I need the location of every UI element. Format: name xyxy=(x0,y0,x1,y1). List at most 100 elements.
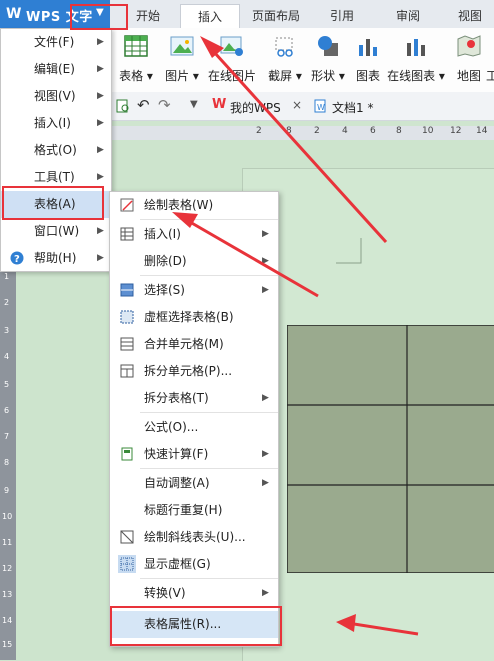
menu-item-label: 编辑(E) xyxy=(34,62,75,76)
ruler-tick: 4 xyxy=(4,352,10,361)
table-submenu: 绘制表格(W) 插入(I) ▶ 删除(D) ▶ 选择(S) ▶ 虚框选择表格(B) 合… xyxy=(109,191,279,647)
gridlines-icon xyxy=(118,555,136,573)
submenu-label: 显示虚框(G) xyxy=(144,557,211,571)
submenu-diagonal-header[interactable]: 绘制斜线表头(U)... xyxy=(110,524,278,551)
scissors-icon xyxy=(275,37,293,57)
undo-icon[interactable]: ↶ xyxy=(137,96,150,114)
picture-icon xyxy=(170,36,194,56)
select-table-icon xyxy=(120,283,134,297)
tab-view[interactable]: 视图 xyxy=(450,4,490,28)
chevron-right-icon: ▶ xyxy=(97,64,104,74)
submenu-label: 选择(S) xyxy=(144,283,185,297)
chevron-right-icon: ▶ xyxy=(97,226,104,236)
redo-icon[interactable]: ↷ xyxy=(158,96,171,114)
tab-home[interactable]: 开始 xyxy=(130,4,166,28)
merge-cells-icon xyxy=(120,337,134,351)
submenu-label: 拆分单元格(P)... xyxy=(144,364,233,378)
tab-references[interactable]: 引用 xyxy=(322,4,362,28)
submenu-label: 绘制斜线表头(U)... xyxy=(144,530,246,544)
chevron-right-icon: ▶ xyxy=(262,285,269,295)
chevron-right-icon: ▶ xyxy=(97,145,104,155)
submenu-select[interactable]: 选择(S) ▶ xyxy=(110,277,278,304)
menu-item-view[interactable]: 视图(V) ▶ xyxy=(1,83,111,110)
table-button[interactable]: 表格 ▾ xyxy=(116,33,156,87)
menu-item-help[interactable]: ? 帮助(H) ▶ xyxy=(1,245,111,272)
online-picture-button-label: 在线图片 xyxy=(207,69,256,83)
ruler-tick: 10 xyxy=(422,126,434,136)
submenu-show-gridlines[interactable]: 显示虚框(G) xyxy=(110,551,278,578)
ruler-tick: 12 xyxy=(450,126,462,136)
online-chart-button[interactable]: 在线图表 ▾ xyxy=(387,33,445,87)
highlight-box-table-menu xyxy=(2,186,104,220)
highlight-box-table-properties xyxy=(110,606,282,646)
tab-insert[interactable]: 插入 xyxy=(180,4,240,29)
ruler-tick: 11 xyxy=(2,538,13,547)
submenu-quick-calc[interactable]: 快速计算(F) ▶ xyxy=(110,441,278,468)
chevron-right-icon: ▶ xyxy=(262,449,269,459)
menu-item-label: 格式(O) xyxy=(34,143,77,157)
submenu-repeat-header[interactable]: 标题行重复(H) xyxy=(110,497,278,524)
separator xyxy=(140,578,278,579)
menu-item-window[interactable]: 窗口(W) ▶ xyxy=(1,218,111,245)
online-picture-button[interactable]: 在线图片 xyxy=(208,33,256,87)
chevron-right-icon: ▶ xyxy=(262,478,269,488)
separator xyxy=(140,219,278,220)
submenu-label: 转换(V) xyxy=(144,586,186,600)
close-icon[interactable]: × xyxy=(292,98,302,112)
map-button[interactable]: 地图 xyxy=(449,33,489,87)
tab-page-layout[interactable]: 页面布局 xyxy=(250,4,302,28)
submenu-insert[interactable]: 插入(I) ▶ xyxy=(110,221,278,248)
dashed-table-icon xyxy=(120,310,134,324)
submenu-dashed-select[interactable]: 虚框选择表格(B) xyxy=(110,304,278,331)
document-table[interactable] xyxy=(287,325,494,573)
submenu-formula[interactable]: 公式(O)... xyxy=(110,414,278,441)
submenu-draw-table[interactable]: 绘制表格(W) xyxy=(110,192,278,219)
online-chart-icon xyxy=(407,39,425,56)
submenu-auto-fit[interactable]: 自动调整(A) ▶ xyxy=(110,470,278,497)
ruler-tick: 2 xyxy=(256,126,262,136)
more-ribbon-label: 工 xyxy=(486,69,494,83)
submenu-label: 删除(D) xyxy=(144,254,187,268)
menu-item-format[interactable]: 格式(O) ▶ xyxy=(1,137,111,164)
submenu-convert[interactable]: 转换(V) ▶ xyxy=(110,580,278,607)
submenu-label: 自动调整(A) xyxy=(144,476,210,490)
menu-item-label: 视图(V) xyxy=(34,89,76,103)
submenu-label: 插入(I) xyxy=(144,227,181,241)
online-picture-icon xyxy=(220,36,243,56)
ruler-tick: 5 xyxy=(4,380,10,389)
submenu-delete[interactable]: 删除(D) ▶ xyxy=(110,248,278,275)
draw-table-icon xyxy=(120,198,134,212)
menu-item-file[interactable]: 文件(F) ▶ xyxy=(1,29,111,56)
ruler-tick: 8 xyxy=(286,126,292,136)
svg-text:?: ? xyxy=(14,254,20,265)
submenu-split-table[interactable]: 拆分表格(T) ▶ xyxy=(110,385,278,412)
ruler-tick: 9 xyxy=(4,486,10,495)
quick-access-dropdown-icon[interactable]: ▼ xyxy=(190,99,198,110)
submenu-split-cells[interactable]: 拆分单元格(P)... xyxy=(110,358,278,385)
submenu-label: 虚框选择表格(B) xyxy=(144,310,234,324)
print-preview-icon[interactable] xyxy=(116,99,130,113)
menu-item-insert[interactable]: 插入(I) ▶ xyxy=(1,110,111,137)
document-tab[interactable]: 文档1 * xyxy=(332,99,373,116)
submenu-merge-cells[interactable]: 合并单元格(M) xyxy=(110,331,278,358)
separator xyxy=(140,412,278,413)
insert-table-icon xyxy=(120,227,134,241)
ruler-tick: 12 xyxy=(2,564,13,573)
svg-text:W: W xyxy=(317,103,325,112)
ruler-tick: 14 xyxy=(2,616,13,625)
more-ribbon-button[interactable]: 工 xyxy=(486,33,494,87)
horizontal-ruler[interactable]: 2 8 2 4 6 8 10 12 14 xyxy=(110,126,494,140)
picture-button[interactable]: 图片 ▾ xyxy=(162,33,202,87)
submenu-label: 绘制表格(W) xyxy=(144,198,214,212)
ruler-tick: 10 xyxy=(2,512,13,521)
margin-corner-mark xyxy=(336,238,362,264)
ruler-tick: 2 xyxy=(4,298,10,307)
my-wps-tab[interactable]: 我的WPS xyxy=(230,99,281,116)
chevron-right-icon: ▶ xyxy=(262,256,269,266)
chevron-right-icon: ▶ xyxy=(97,253,104,263)
ruler-tick: 8 xyxy=(396,126,402,136)
menu-item-edit[interactable]: 编辑(E) ▶ xyxy=(1,56,111,83)
highlight-box-app-menu xyxy=(70,4,128,30)
chart-button[interactable]: 图表 xyxy=(348,33,388,87)
tab-review[interactable]: 审阅 xyxy=(388,4,428,28)
